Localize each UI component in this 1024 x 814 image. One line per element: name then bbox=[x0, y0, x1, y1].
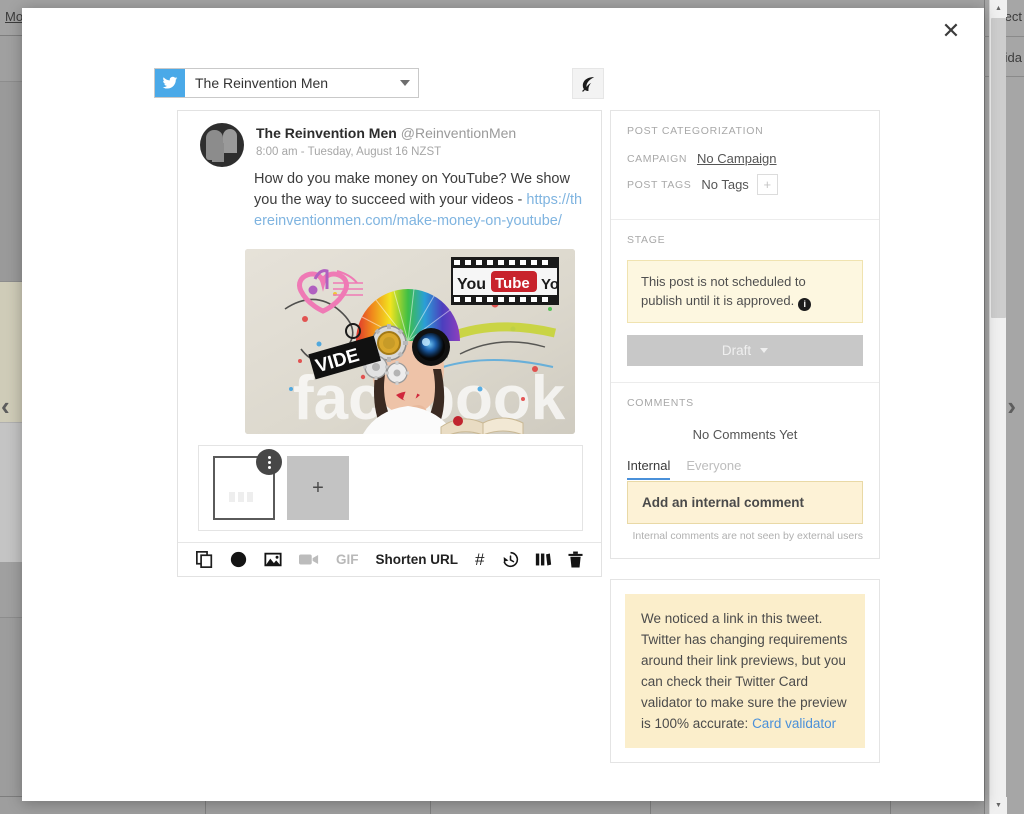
attachment-strip: + bbox=[198, 445, 583, 531]
post-tags-value: No Tags bbox=[701, 177, 749, 192]
add-tag-button[interactable]: + bbox=[756, 174, 778, 195]
tweet-text: How do you make money on YouTube? We sho… bbox=[254, 171, 570, 208]
leaf-icon-button[interactable] bbox=[572, 68, 604, 99]
more-options-icon[interactable] bbox=[256, 449, 282, 475]
scroll-down-icon[interactable]: ▼ bbox=[990, 797, 1007, 814]
stage-dropdown-button[interactable]: Draft bbox=[627, 335, 863, 366]
svg-text:Yo: Yo bbox=[541, 276, 559, 293]
scrollbar-thumb[interactable] bbox=[991, 18, 1006, 318]
library-icon[interactable] bbox=[535, 551, 552, 568]
profile-select[interactable]: The Reinvention Men bbox=[154, 68, 419, 98]
post-composer-card: The Reinvention Men @ReinventionMen 8:00 … bbox=[177, 110, 602, 577]
section-title-comments: COMMENTS bbox=[627, 397, 694, 409]
tweet-preview-image: facebook bbox=[245, 249, 575, 434]
close-icon[interactable]: ✕ bbox=[938, 18, 964, 44]
card-validator-link[interactable]: Card validator bbox=[752, 716, 836, 731]
duplicate-icon[interactable] bbox=[196, 551, 213, 568]
tweet-header: The Reinvention Men @ReinventionMen 8:00 … bbox=[200, 123, 580, 167]
stage-button-label: Draft bbox=[721, 343, 752, 358]
twitter-card-tip: We noticed a link in this tweet. Twitter… bbox=[625, 594, 865, 748]
add-attachment-button[interactable]: + bbox=[287, 456, 349, 520]
thumbnail-placeholder-bars bbox=[229, 492, 253, 502]
tweet-handle: @ReinventionMen bbox=[400, 125, 517, 141]
profile-selector-row: The Reinvention Men bbox=[154, 68, 604, 112]
tweet-display-name: The Reinvention Men bbox=[256, 125, 397, 141]
post-categorization-section: POST CATEGORIZATION CAMPAIGN No Campaign… bbox=[611, 111, 879, 220]
image-icon[interactable] bbox=[264, 551, 282, 568]
stage-notice: This post is not scheduled to publish un… bbox=[627, 260, 863, 323]
campaign-value[interactable]: No Campaign bbox=[697, 151, 777, 166]
svg-text:You: You bbox=[457, 276, 486, 293]
profile-name-label: The Reinvention Men bbox=[195, 75, 329, 91]
carousel-next-icon[interactable]: › bbox=[1007, 393, 1016, 419]
campaign-row: CAMPAIGN No Campaign bbox=[627, 151, 863, 166]
post-tags-row: POST TAGS No Tags + bbox=[627, 174, 863, 195]
attachment-thumbnail[interactable] bbox=[213, 449, 282, 520]
comment-input[interactable]: Add an internal comment bbox=[627, 481, 863, 524]
tab-internal[interactable]: Internal bbox=[627, 458, 671, 480]
no-comments-text: No Comments Yet bbox=[692, 427, 798, 442]
stage-section: STAGE This post is not scheduled to publ… bbox=[611, 220, 879, 383]
post-sidebar: POST CATEGORIZATION CAMPAIGN No Campaign… bbox=[610, 110, 880, 763]
section-title-categorization: POST CATEGORIZATION bbox=[627, 125, 764, 137]
composer-toolbar: GIF Shorten URL # bbox=[178, 542, 601, 576]
video-icon[interactable] bbox=[299, 552, 319, 567]
background-menu-link[interactable]: Mo bbox=[5, 9, 23, 24]
section-title-stage: STAGE bbox=[627, 234, 666, 246]
avatar bbox=[200, 123, 244, 167]
info-icon[interactable]: i bbox=[798, 298, 812, 311]
sidebar-panel: POST CATEGORIZATION CAMPAIGN No Campaign… bbox=[610, 110, 880, 559]
tab-everyone[interactable]: Everyone bbox=[686, 458, 741, 480]
stage-notice-text: This post is not scheduled to publish un… bbox=[641, 274, 806, 308]
post-tags-label: POST TAGS bbox=[627, 178, 692, 191]
campaign-label: CAMPAIGN bbox=[627, 152, 688, 165]
hashtag-icon[interactable]: # bbox=[475, 551, 484, 568]
gif-button[interactable]: GIF bbox=[336, 552, 359, 567]
window-scrollbar[interactable]: ▲ ▼ bbox=[989, 0, 1007, 814]
tweet-body-text[interactable]: How do you make money on YouTube? We sho… bbox=[254, 169, 584, 232]
contrast-icon[interactable] bbox=[230, 551, 247, 568]
tweet-author-block: The Reinvention Men @ReinventionMen 8:00 … bbox=[256, 123, 516, 167]
twitter-icon bbox=[155, 69, 185, 97]
post-detail-modal: ✕ The Reinvention Men The Reinvention Me… bbox=[22, 8, 984, 801]
chevron-down-icon bbox=[760, 348, 769, 353]
trash-icon[interactable] bbox=[568, 551, 583, 568]
tip-panel: We noticed a link in this tweet. Twitter… bbox=[610, 579, 880, 763]
scroll-up-icon[interactable]: ▲ bbox=[990, 0, 1007, 17]
history-icon[interactable] bbox=[502, 551, 519, 568]
tip-text: We noticed a link in this tweet. Twitter… bbox=[641, 611, 848, 731]
comment-tabs: Internal Everyone bbox=[627, 458, 863, 480]
comments-section: COMMENTS No Comments Yet Internal Everyo… bbox=[611, 383, 879, 558]
carousel-prev-icon[interactable]: ‹ bbox=[1, 393, 10, 419]
chevron-down-icon[interactable] bbox=[392, 80, 418, 86]
shorten-url-button[interactable]: Shorten URL bbox=[376, 552, 459, 567]
svg-text:Tube: Tube bbox=[495, 275, 530, 292]
comment-hint: Internal comments are not seen by extern… bbox=[632, 530, 863, 542]
tweet-timestamp: 8:00 am - Tuesday, August 16 NZST bbox=[256, 146, 442, 158]
